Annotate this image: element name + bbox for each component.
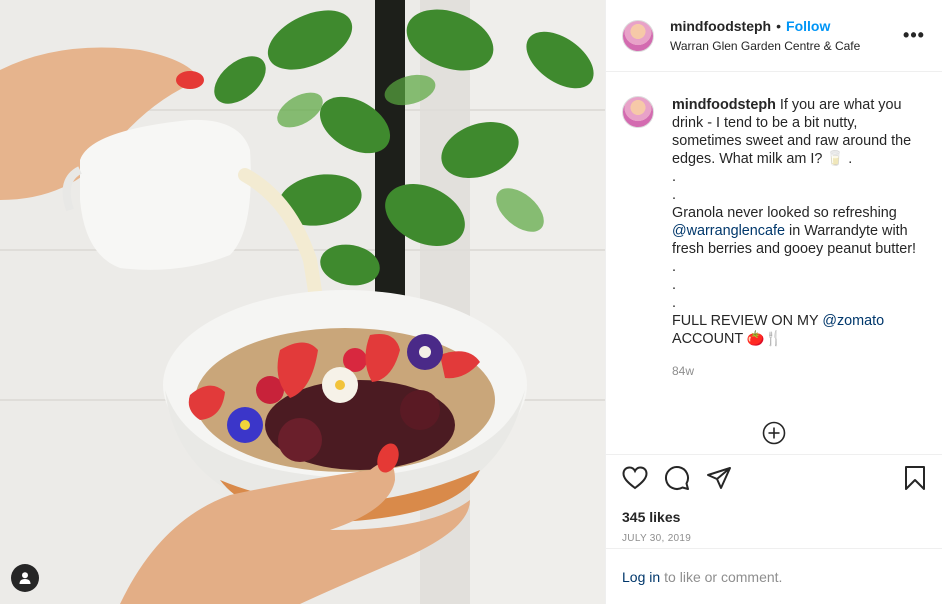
mention-warranglencafe[interactable]: @warranglencafe (672, 223, 785, 239)
actions-bar: 345 likes JULY 30, 2019 (606, 454, 942, 544)
caption-dot-2: . (672, 187, 676, 203)
photo-illustration (0, 0, 605, 604)
caption-username[interactable]: mindfoodsteph (672, 97, 776, 113)
post-details-panel: mindfoodsteph • Follow Warran Glen Garde… (605, 0, 942, 604)
load-more-comments-icon (762, 421, 786, 445)
login-prompt: to like or comment. (664, 568, 783, 585)
bookmark-icon[interactable] (904, 465, 926, 496)
login-bar: Log in to like or comment. (606, 548, 942, 604)
caption-text-5: ACCOUNT 🍅🍴 (672, 331, 783, 347)
comments-section: mindfoodsteph If you are what you drink -… (622, 96, 926, 380)
login-link[interactable]: Log in (622, 569, 660, 585)
heart-icon[interactable] (622, 465, 648, 495)
follow-button[interactable]: Follow (786, 18, 830, 34)
caption-text-4: FULL REVIEW ON MY (672, 313, 819, 329)
caption-row: mindfoodsteph If you are what you drink -… (622, 96, 926, 380)
likes-count[interactable]: 345 likes (622, 509, 926, 525)
username-link[interactable]: mindfoodsteph (670, 18, 771, 34)
header-row: mindfoodsteph • Follow (670, 18, 902, 34)
more-options-button[interactable]: ••• (902, 25, 926, 46)
caption-text: mindfoodsteph If you are what you drink -… (672, 96, 922, 380)
post-date[interactable]: JULY 30, 2019 (622, 533, 926, 544)
comment-icon[interactable] (664, 465, 690, 496)
post-age[interactable]: 84w (672, 362, 922, 380)
caption-dot-3: . (672, 259, 676, 275)
action-icons (622, 465, 926, 495)
separator-dot: • (776, 18, 782, 34)
caption-dot-1: . (672, 169, 676, 185)
caption-dot-4: . (672, 277, 676, 293)
avatar[interactable] (622, 19, 654, 52)
location-link[interactable]: Warran Glen Garden Centre & Cafe (670, 39, 902, 53)
mention-zomato[interactable]: @zomato (822, 313, 884, 329)
user-tag-icon[interactable] (11, 564, 39, 592)
caption-dot-5: . (672, 295, 676, 311)
share-icon[interactable] (706, 466, 732, 495)
plus-circle-icon[interactable] (762, 421, 786, 445)
caption-avatar[interactable] (622, 96, 654, 128)
user-silhouette-icon (19, 572, 31, 584)
post-header: mindfoodsteph • Follow Warran Glen Garde… (606, 0, 942, 72)
post-photo[interactable] (0, 0, 605, 604)
header-text: mindfoodsteph • Follow Warran Glen Garde… (670, 18, 902, 53)
caption-text-2: Granola never looked so refreshing (672, 205, 897, 221)
